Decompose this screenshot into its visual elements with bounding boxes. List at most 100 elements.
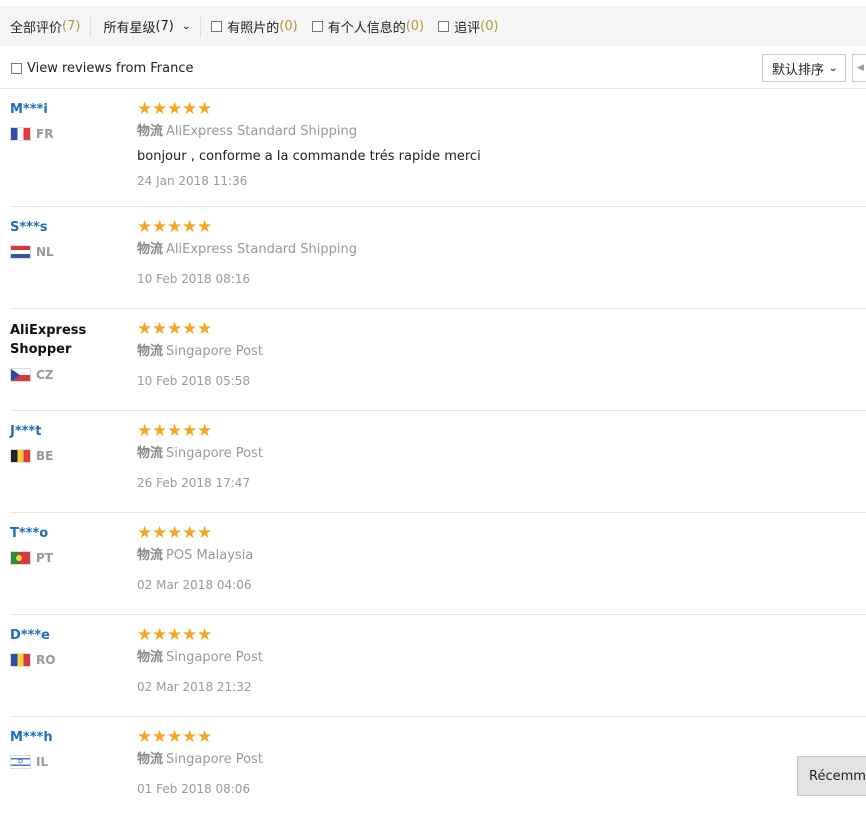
review-content: ★ ★ ★ ★ ★ 物流 POS Malaysia 02 Mar 2018 04:06 xyxy=(137,525,837,593)
reviewer-name[interactable]: T***o xyxy=(10,525,130,542)
star-icon: ★ xyxy=(152,727,168,747)
star-filter-label: 所有星级 xyxy=(103,20,156,36)
shipping-method: 物流 Singapore Post xyxy=(137,445,837,462)
photos-filter-count: (0) xyxy=(279,18,298,34)
country-code: FR xyxy=(36,127,54,141)
review-item: M***i FR ★ ★ ★ ★ ★ 物流 AliExpress Standard Shi… xyxy=(10,89,866,207)
shipping-label: 物流 xyxy=(137,650,164,665)
reviewer-country: RO xyxy=(10,653,130,667)
country-filter[interactable]: View reviews from France xyxy=(0,61,194,76)
star-icon: ★ xyxy=(137,217,153,237)
shipping-value: AliExpress Standard Shipping xyxy=(166,124,358,139)
reviewer-info: T***o PT xyxy=(10,525,130,565)
shipping-label: 物流 xyxy=(137,548,164,563)
star-icon: ★ xyxy=(182,523,198,543)
shipping-method: 物流 POS Malaysia xyxy=(137,547,837,564)
star-icon: ★ xyxy=(137,421,153,441)
shipping-label: 物流 xyxy=(137,344,164,359)
reviewer-name[interactable]: J***t xyxy=(10,423,130,440)
star-icon: ★ xyxy=(197,421,213,441)
filter-additional-reviews[interactable]: 追评 (0) xyxy=(428,6,499,46)
reviewer-name[interactable]: M***i xyxy=(10,101,130,118)
reviewer-info: M***h IL xyxy=(10,729,130,769)
shipping-method: 物流 AliExpress Standard Shipping xyxy=(137,241,837,258)
review-item: M***h IL ★★★★★ 物流Singapore Post 01 Feb 2… xyxy=(10,717,866,818)
filter-all-label: 全部评价 xyxy=(10,20,63,36)
star-icon: ★ xyxy=(197,99,213,119)
pager-prev-button[interactable]: ◀ xyxy=(852,54,866,82)
review-content: ★ ★ ★ ★ ★ 物流 Singapore Post 26 Feb 2018 17:47 xyxy=(137,423,837,491)
star-icon: ★ xyxy=(137,523,153,543)
star-icon: ★ xyxy=(182,319,198,339)
reviewer-country: PT xyxy=(10,551,130,565)
flag-nl-icon xyxy=(10,245,31,259)
reviewer-info: D***e RO xyxy=(10,627,130,667)
review-content: ★ ★ ★ ★ ★ 物流 AliExpress Standard Shipping bon… xyxy=(137,101,837,189)
photos-checkbox[interactable] xyxy=(211,20,223,32)
star-icon: ★ xyxy=(197,523,213,543)
reviewer-country: BE xyxy=(10,449,130,463)
review-content: ★ ★ ★ ★ ★ 物流 Singapore Post 02 Mar 2018 21:32 xyxy=(137,627,837,695)
review-text: bonjour , conforme a la commande trés ra… xyxy=(137,149,481,164)
country-code: IL xyxy=(36,755,49,769)
shipping-method: 物流 AliExpress Standard Shipping xyxy=(137,123,837,140)
filter-all-reviews[interactable]: 全部评价 (7) xyxy=(0,15,92,37)
flag-fr-icon xyxy=(10,127,31,141)
reviewer-country: CZ xyxy=(10,368,130,382)
star-icon: ★ xyxy=(152,217,168,237)
review-content: ★ ★ ★ ★ ★ 物流 AliExpress Standard Shipping 10 … xyxy=(137,219,837,287)
review-item: AliExpress Shopper CZ ★ ★ ★ ★ ★ 物流 Singapore … xyxy=(10,309,866,411)
reviewer-name[interactable]: S***s xyxy=(10,219,130,236)
shipping-label: 物流 xyxy=(137,752,164,767)
star-rating-dropdown[interactable]: 所有星级 (7) ⌄ xyxy=(91,15,202,37)
country-filter-checkbox[interactable] xyxy=(11,62,22,74)
review-list: M***i FR ★ ★ ★ ★ ★ 物流 AliExpress Standard Shi… xyxy=(10,89,866,818)
review-item: J***t BE ★ ★ ★ ★ ★ 物流 Singapore Post 26 Feb 2… xyxy=(10,411,866,513)
star-icon: ★ xyxy=(167,523,183,543)
star-icon: ★ xyxy=(137,727,153,747)
star-icon: ★ xyxy=(197,727,213,747)
shipping-value: Singapore Post xyxy=(166,752,263,767)
shipping-method: 物流 Singapore Post xyxy=(137,649,837,666)
star-icon: ★ xyxy=(152,625,168,645)
filter-with-photos[interactable]: 有照片的 (0) xyxy=(201,6,298,46)
country-filter-label: View reviews from France xyxy=(27,60,194,76)
reviewer-name[interactable]: M***h xyxy=(10,729,130,746)
star-icon: ★ xyxy=(182,421,198,441)
shipping-value: POS Malaysia xyxy=(166,548,254,563)
country-code: CZ xyxy=(36,368,54,382)
star-icon: ★ xyxy=(152,319,168,339)
chevron-down-icon: ⌄ xyxy=(828,62,839,74)
star-icon: ★ xyxy=(167,625,183,645)
reviewer-name[interactable]: D***e xyxy=(10,627,130,644)
sort-dropdown[interactable]: 默认排序 ⌄ xyxy=(762,54,846,82)
personal-filter-label: 有个人信息的 xyxy=(327,20,406,36)
star-icon: ★ xyxy=(167,217,183,237)
reviewer-info: S***s NL xyxy=(10,219,130,259)
star-icon: ★ xyxy=(197,625,213,645)
recommended-button[interactable]: Récemm xyxy=(797,756,866,796)
star-icon: ★ xyxy=(182,99,198,119)
star-icon: ★ xyxy=(182,727,198,747)
review-content: ★ ★ ★ ★ ★ 物流 Singapore Post 10 Feb 2018 05:58 xyxy=(137,321,837,389)
star-icon: ★ xyxy=(152,523,168,543)
review-item: D***e RO ★ ★ ★ ★ ★ 物流 Singapore Post 02 Mar 2… xyxy=(10,615,866,717)
personal-info-checkbox[interactable] xyxy=(311,20,323,32)
star-rating: ★ ★ ★ ★ ★ xyxy=(137,421,837,441)
review-content: ★ ★ ★ ★ ★ 物流 Singapore Post 01 Feb 2018 08:06 xyxy=(137,729,837,797)
star-icon: ★ xyxy=(197,217,213,237)
star-filter-count: (7) xyxy=(155,18,174,34)
reviewer-info: J***t BE xyxy=(10,423,130,463)
star-rating: ★ ★ ★ ★ ★ xyxy=(137,217,837,237)
review-date: 02 Mar 2018 04:06 xyxy=(137,578,252,592)
review-item: T***o PT ★ ★ ★ ★ ★ 物流 POS Malaysia 02 Mar 201… xyxy=(10,513,866,615)
review-date: 10 Feb 2018 05:58 xyxy=(137,374,251,388)
star-rating: ★ ★ ★ ★ ★ xyxy=(137,319,837,339)
shipping-method: 物流 Singapore Post xyxy=(137,751,837,768)
additional-checkbox[interactable] xyxy=(438,20,450,32)
star-icon: ★ xyxy=(152,421,168,441)
review-date: 24 Jan 2018 11:36 xyxy=(137,174,248,188)
filter-personal-info[interactable]: 有个人信息的 (0) xyxy=(302,6,424,46)
star-icon: ★ xyxy=(152,99,168,119)
review-date: 01 Feb 2018 08:06 xyxy=(137,782,251,796)
